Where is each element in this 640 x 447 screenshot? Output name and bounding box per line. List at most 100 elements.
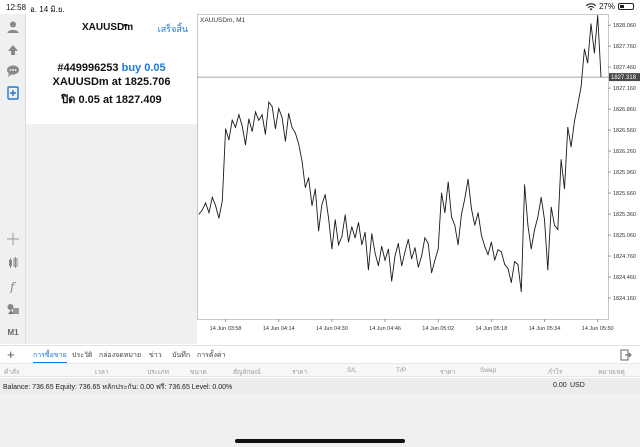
- series-point: [258, 119, 260, 121]
- y-tick-label: 1828.060: [613, 23, 636, 29]
- price-chart[interactable]: XAUUSDm, M1 1828.060 1827.760 1827.460 1827…: [197, 14, 640, 344]
- series-point: [245, 144, 246, 146]
- tab-news[interactable]: ข่าว: [149, 350, 162, 361]
- col-swap: Swap: [480, 367, 497, 374]
- series-point: [401, 265, 403, 267]
- series-point: [487, 254, 489, 256]
- series-point: [441, 192, 442, 194]
- app-root: 12:58 อ. 14 มิ.ย. 27% f M1 XAUUSDm ▼ เสร…: [0, 0, 640, 447]
- tab-settings[interactable]: การตั้งค่า: [197, 350, 226, 361]
- series-point: [248, 118, 250, 120]
- series-point: [457, 244, 459, 246]
- series-point: [580, 86, 582, 88]
- series-point: [318, 230, 320, 232]
- series-point: [404, 251, 406, 253]
- y-tick-label: 1824.160: [613, 296, 636, 302]
- order-open-prefix: XAUUSDm at: [52, 76, 122, 88]
- series-point: [344, 214, 346, 216]
- caret-down-icon[interactable]: ▼: [122, 23, 129, 30]
- trade-icon[interactable]: [3, 40, 23, 58]
- series-point: [291, 126, 293, 128]
- objects-icon[interactable]: [3, 300, 23, 318]
- x-tick-label: 14 Jun 04:14: [263, 326, 295, 332]
- series-point: [504, 264, 506, 265]
- col-sl: S/L: [347, 367, 357, 374]
- series-point: [391, 280, 393, 282]
- series-point: [507, 268, 509, 270]
- tab-mailbox[interactable]: กล่องจดหมาย: [99, 350, 141, 361]
- y-tick-label: 1826.260: [613, 149, 636, 155]
- series-point: [477, 212, 479, 214]
- exit-icon[interactable]: [620, 349, 632, 361]
- plot-frame: [197, 14, 609, 320]
- y-tick-label: 1825.360: [613, 212, 636, 218]
- series-point: [500, 251, 502, 253]
- series-point: [358, 222, 359, 223]
- series-point: [577, 104, 579, 106]
- series-point: [255, 111, 256, 113]
- x-tick-label: 14 Jun 04:46: [369, 326, 401, 332]
- indicators-icon[interactable]: [3, 254, 23, 272]
- series-point: [228, 139, 230, 141]
- timeframe-button[interactable]: M1: [3, 323, 23, 341]
- col-time: เวลา: [95, 369, 109, 376]
- home-indicator[interactable]: [235, 439, 405, 443]
- tab-trade[interactable]: การซื้อขาย: [33, 350, 67, 363]
- current-price-value: 1827.318: [611, 75, 637, 81]
- series-point: [308, 177, 310, 179]
- series-point: [524, 184, 525, 186]
- order-close-prefix: ปิด 0.05 at: [61, 94, 113, 106]
- series-point: [241, 125, 243, 127]
- series-point: [590, 23, 592, 25]
- series-point: [221, 200, 223, 202]
- status-bar: 12:58 อ. 14 มิ.ย. 27%: [0, 0, 640, 14]
- positions-header: คำสั่ง เวลา ประเภท ขนาด สัญลักษณ์ ราคา S…: [0, 363, 640, 377]
- series-point: [550, 206, 552, 208]
- series-point: [480, 234, 482, 236]
- tab-journal[interactable]: บันทึก: [172, 350, 190, 361]
- series-point: [520, 291, 522, 293]
- tab-history[interactable]: ประวัติ: [72, 350, 92, 361]
- series-point: [587, 62, 589, 64]
- series-point: [354, 237, 356, 239]
- order-close-line: ปิด 0.05 at 1827.409: [26, 90, 197, 108]
- x-axis: 14 Jun 03:58 14 Jun 04:14 14 Jun 04:30 14 J…: [210, 319, 614, 332]
- series-point: [201, 209, 203, 211]
- col-price: ราคา: [292, 369, 308, 376]
- series-point: [288, 112, 290, 114]
- y-tick-label: 1824.760: [613, 254, 636, 260]
- chart-svg[interactable]: XAUUSDm, M1 1828.060 1827.760 1827.460 1827…: [197, 14, 640, 344]
- series-point: [251, 131, 253, 132]
- series-point: [597, 14, 599, 16]
- series-point: [490, 241, 492, 243]
- col-size: ขนาด: [190, 369, 207, 376]
- series-point: [205, 202, 207, 204]
- series-point: [534, 229, 535, 230]
- done-button[interactable]: เสร็จสิ้น: [158, 22, 188, 36]
- series-point: [447, 181, 449, 183]
- series-point: [384, 259, 386, 261]
- series-point: [348, 241, 349, 243]
- series-point: [564, 188, 565, 190]
- series-point: [268, 101, 270, 103]
- crosshair-icon[interactable]: [3, 230, 23, 248]
- function-icon[interactable]: f: [3, 277, 23, 295]
- series-point: [225, 128, 226, 130]
- series-point: [570, 146, 572, 148]
- series-point: [208, 212, 210, 214]
- col-profit: กำไร: [548, 369, 563, 376]
- status-time: 12:58: [6, 3, 27, 12]
- account-icon[interactable]: [3, 18, 23, 36]
- new-order-icon[interactable]: [3, 84, 23, 102]
- series-point: [461, 213, 462, 215]
- series-point: [560, 159, 562, 160]
- col-comment: หมายเหตุ: [598, 369, 625, 376]
- chat-icon[interactable]: [3, 62, 23, 80]
- series-point: [314, 188, 316, 190]
- add-icon[interactable]: +: [7, 347, 15, 362]
- svg-text:f: f: [9, 280, 17, 293]
- battery-level: [620, 5, 624, 8]
- order-card: XAUUSDm ▼ เสร็จสิ้น #449996253 buy 0.05 …: [26, 14, 197, 124]
- col-order: คำสั่ง: [4, 369, 20, 376]
- terminal-tabs: + การซื้อขาย ประวัติ กล่องจดหมาย ข่าว บั…: [0, 345, 640, 363]
